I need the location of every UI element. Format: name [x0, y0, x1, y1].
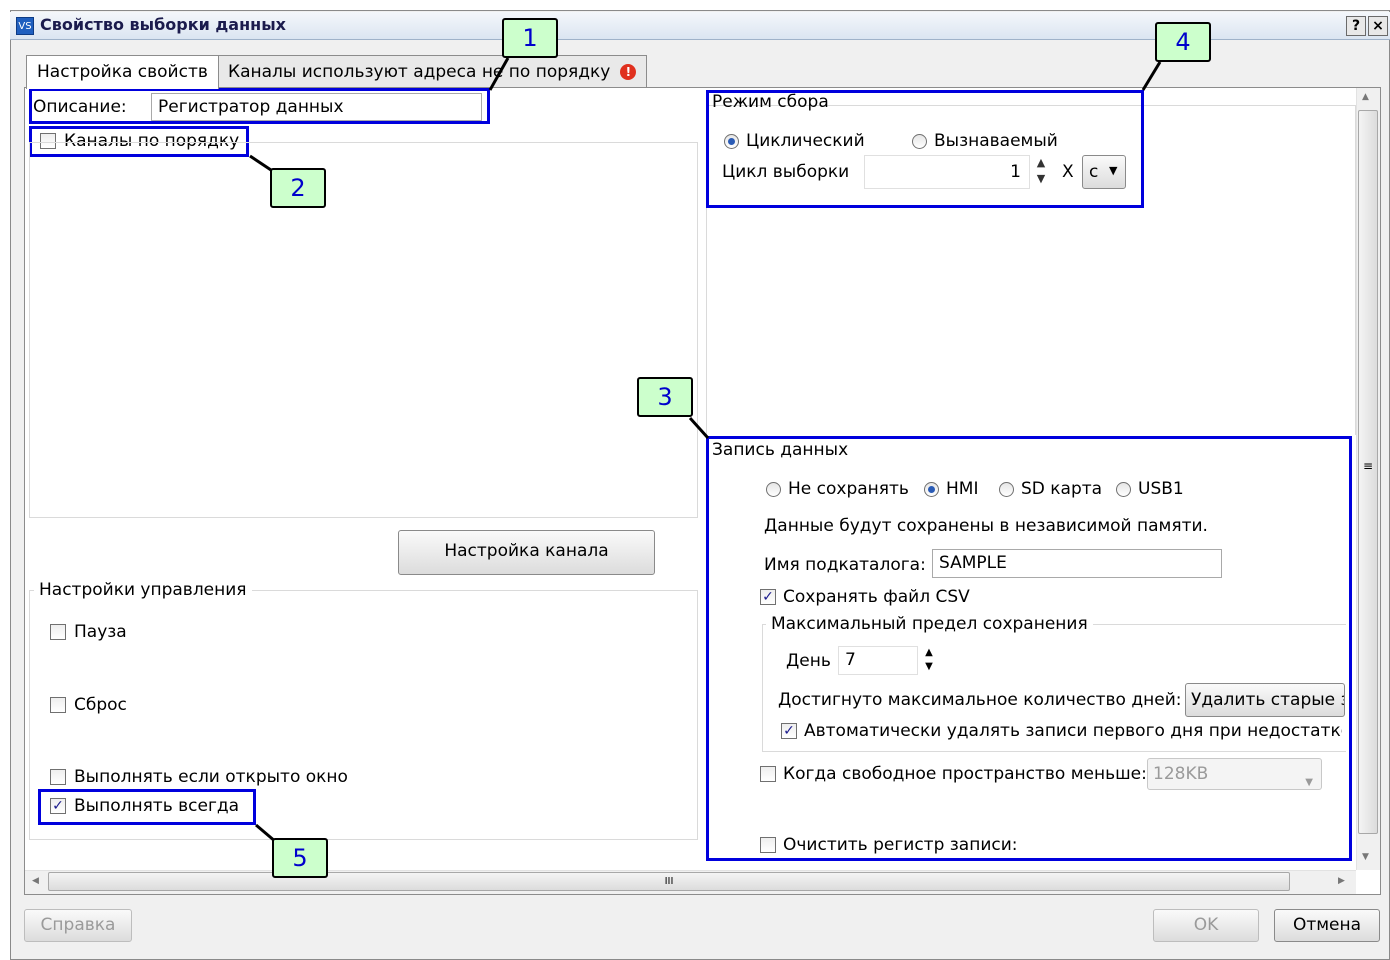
callout-pointers — [249, 57, 1162, 844]
callout-tag-5: 5 — [272, 838, 328, 878]
callout-pointer-3 — [688, 416, 710, 440]
callout-tag-4: 4 — [1155, 22, 1211, 62]
callout-tag-2: 2 — [270, 168, 326, 208]
callout-pointer-1 — [488, 57, 510, 91]
callout-tag-1: 1 — [502, 18, 558, 58]
callout-pointer-4 — [1141, 61, 1162, 91]
callout-tag-3: 3 — [637, 377, 693, 417]
